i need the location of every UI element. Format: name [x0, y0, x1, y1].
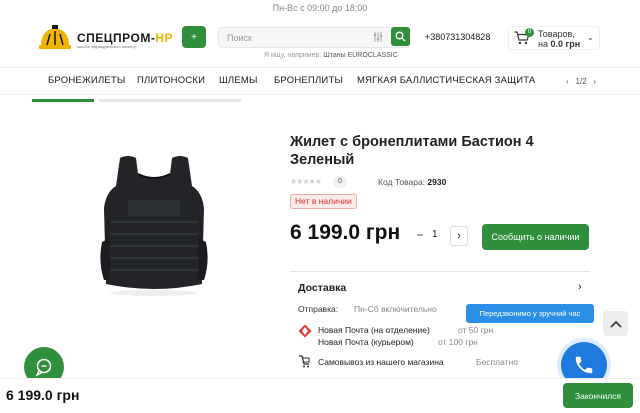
nav-divider-bottom [0, 94, 640, 95]
sticky-buy-bar [0, 378, 640, 413]
phone-icon [575, 356, 593, 374]
product-image[interactable] [98, 152, 210, 297]
shipping-schedule: Пн-Сб включительно [354, 304, 437, 314]
search-button[interactable] [391, 27, 410, 46]
nova-poshta-icon [298, 324, 312, 338]
plus-icon: + [191, 31, 197, 43]
delivery-np-courier: Новая Почта (курьером) [318, 337, 414, 347]
cart-total-value: 0.0 грн [550, 39, 581, 49]
callback-tooltip[interactable]: Передзвонимо у зручний час [466, 304, 594, 323]
chat-icon [35, 358, 52, 377]
delivery-pickup-price: Бесплатно [476, 357, 518, 367]
quantity-increase-button[interactable]: › [450, 226, 468, 246]
product-code-label: Код Товара: [378, 177, 426, 187]
cart-label: Товаров, [538, 29, 575, 39]
delivery-title[interactable]: Доставка [298, 282, 346, 294]
search-input[interactable] [219, 28, 359, 48]
delivery-divider [290, 271, 590, 272]
quantity-value[interactable]: 1 [432, 229, 438, 240]
catalog-menu-button[interactable]: + [182, 26, 206, 48]
logo-subtitle: засоби індивідуального захисту [77, 44, 136, 49]
delivery-np-branch-price: от 50 грн [458, 325, 494, 335]
product-price: 6 199.0 грн [290, 221, 401, 244]
search-hint: Я ищу, например: Штаны EUROCLASSIC [264, 52, 398, 59]
nav-pager: ‹ 1/2 › [566, 74, 596, 88]
sticky-price: 6 199.0 грн [6, 387, 80, 403]
quantity-decrease-button[interactable]: − [413, 228, 427, 242]
delivery-pickup: Самовывоз из нашего магазина [318, 357, 444, 367]
chevron-right-icon[interactable]: › [578, 281, 582, 293]
product-title: Жилет с бронеплитами Бастион 4 Зеленый [290, 134, 534, 168]
delivery-np-courier-price: от 100 грн [438, 337, 478, 347]
logo-text-main: СПЕЦПРОМ- [77, 31, 156, 45]
tab-active-indicator[interactable] [32, 99, 94, 102]
chevron-up-icon [609, 320, 622, 328]
review-count-badge: 0 [333, 176, 347, 188]
chevron-down-icon[interactable]: ⌄ [587, 33, 594, 42]
pickup-cart-icon [299, 355, 310, 368]
working-hours: Пн-Вс с 09:00 до 18:00 [272, 3, 368, 13]
cart-total-prefix: на [538, 39, 548, 49]
shipping-label: Отправка: [298, 304, 339, 314]
nav-item-vests[interactable]: БРОНЕЖИЛЕТЫ [48, 75, 126, 86]
product-code: Код Товара: 2930 [378, 177, 446, 187]
logo-text-accent: НР [155, 31, 174, 45]
phone-number[interactable]: +380731304828 [425, 32, 490, 42]
stock-status-badge: Нет в наличии [290, 194, 357, 209]
filter-icon[interactable] [372, 31, 384, 43]
search-hint-example[interactable]: Штаны EUROCLASSIC [323, 52, 397, 59]
cart-count-badge: 0 [525, 28, 534, 37]
nav-item-armor-plates[interactable]: БРОНЕПЛИТЫ [274, 75, 343, 86]
search-hint-prefix: Я ищу, например: [264, 52, 322, 59]
out-of-stock-button[interactable]: Закончился [563, 383, 633, 408]
logo-helmet-icon [39, 25, 71, 49]
nav-divider-top [0, 67, 640, 68]
nav-item-helmets[interactable]: ШЛЕМЫ [219, 75, 258, 86]
rating-stars[interactable]: ★★★★★ [290, 177, 322, 186]
chevron-right-icon[interactable]: › [593, 77, 596, 86]
cart-total: на 0.0 грн [538, 39, 580, 49]
tab-inactive-indicator[interactable] [99, 99, 241, 102]
scroll-to-top-button[interactable] [603, 311, 628, 336]
nav-pager-label: 1/2 [575, 76, 587, 86]
logo-text[interactable]: СПЕЦПРОМ-НР [77, 31, 173, 45]
notify-availability-button[interactable]: Сообщить о наличии [482, 224, 589, 250]
nav-item-plate-carriers[interactable]: ПЛИТОНОСКИ [137, 75, 205, 86]
product-code-value: 2930 [427, 177, 447, 187]
delivery-np-branch: Новая Почта (на отделение) [318, 325, 430, 335]
nav-item-soft-armor[interactable]: МЯГКАЯ БАЛЛИСТИЧЕСКАЯ ЗАЩИТА [357, 75, 535, 86]
search-icon [395, 31, 406, 42]
chevron-left-icon[interactable]: ‹ [566, 77, 569, 86]
